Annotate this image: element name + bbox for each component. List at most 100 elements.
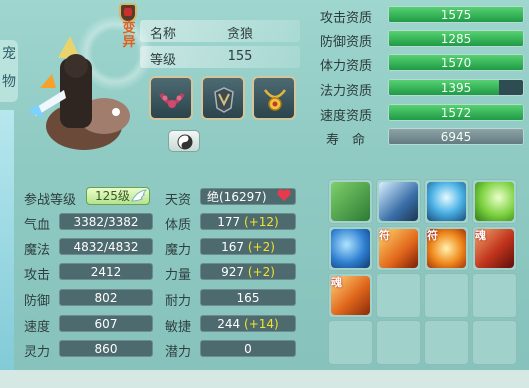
equip-slot-armor[interactable] <box>201 76 245 120</box>
skill-slot[interactable]: 魂 <box>472 226 517 271</box>
mutation-badge-icon <box>119 3 137 23</box>
talent-text: 绝(16297) <box>207 190 267 204</box>
skill-slot[interactable] <box>424 179 469 224</box>
skill-slot[interactable] <box>376 179 421 224</box>
constitution-number: 177 <box>217 215 241 229</box>
pet-attributes-panel: 宠 物 变异 名称 贪狼 等级 155 攻击资质 1575 防御资质 1285 … <box>0 0 529 388</box>
side-tab-pet[interactable]: 宠 物 <box>0 40 18 102</box>
skill-slot[interactable]: 符 <box>424 226 469 271</box>
strength-number: 927 <box>221 265 244 279</box>
pet-name: 贪狼 <box>226 27 253 42</box>
collar-equip-icon <box>159 92 185 108</box>
pet-level: 155 <box>227 49 253 64</box>
empty-skill-slot[interactable] <box>328 320 373 365</box>
stat-label: 敏捷 <box>165 320 192 335</box>
skill-slot[interactable] <box>472 179 517 224</box>
frog-skill-icon <box>331 182 370 221</box>
agility-value: 244 (+14) <box>200 315 296 332</box>
aptitude-value: 1572 <box>440 106 472 120</box>
yin-yang-button[interactable] <box>168 130 200 152</box>
amulet-equip-icon <box>263 89 287 111</box>
attack-value: 2412 <box>59 263 153 280</box>
battle-level-value: 125级 <box>86 187 150 205</box>
equip-slot-collar[interactable] <box>149 76 193 120</box>
agility-number: 244 <box>217 317 241 331</box>
level-label: 等级 <box>150 53 177 68</box>
blue-swirl-skill-icon <box>331 229 370 268</box>
aptitude-bar: 1575 <box>388 6 524 23</box>
endurance-number: 165 <box>236 291 260 305</box>
magic-bonus: (+2) <box>247 240 275 254</box>
bottom-strip <box>0 370 529 388</box>
equip-slot-amulet[interactable] <box>252 76 296 120</box>
potential-value: 0 <box>200 340 296 357</box>
aptitude-value: 1575 <box>440 8 472 22</box>
aptitude-bar: 1395 <box>388 79 524 96</box>
empty-skill-slot[interactable] <box>376 320 421 365</box>
side-tab-char-1: 宠 <box>2 46 16 62</box>
strength-value: 927 (+2) <box>200 263 296 280</box>
stat-label: 魔法 <box>24 243 51 258</box>
aptitude-bar: 1572 <box>388 104 524 121</box>
magic-value: 167 (+2) <box>200 238 296 255</box>
speed-value: 607 <box>59 315 153 332</box>
skill-slot[interactable]: 符 <box>376 226 421 271</box>
skill-tag: 符 <box>427 229 438 242</box>
agility-bonus: (+14) <box>244 317 279 331</box>
potential-number: 0 <box>244 342 252 356</box>
empty-skill-slot[interactable] <box>472 273 517 318</box>
aptitude-label: 攻击资质 <box>320 11 373 26</box>
empty-skill-slot[interactable] <box>376 273 421 318</box>
skill-grid: 符 符 魂 魂 <box>328 179 518 367</box>
stat-label: 体质 <box>165 218 192 233</box>
side-tab-char-2: 物 <box>2 74 16 90</box>
stat-label: 气血 <box>24 218 51 233</box>
constitution-bonus: (+12) <box>244 215 279 229</box>
skill-slot[interactable] <box>328 179 373 224</box>
talent-label: 天资 <box>165 193 192 208</box>
empty-skill-slot[interactable] <box>472 320 517 365</box>
aptitude-value: 1285 <box>440 32 472 46</box>
heart-icon <box>277 189 291 201</box>
aptitude-bar: 1285 <box>388 30 524 47</box>
aptitude-label: 法力资质 <box>320 84 373 99</box>
battle-level-text: 125级 <box>95 189 130 203</box>
defense-value: 802 <box>59 289 153 306</box>
aptitude-label: 速度资质 <box>320 109 373 124</box>
skill-tag: 魂 <box>475 229 486 242</box>
lifespan-label: 寿 命 <box>326 133 366 148</box>
wing-icon <box>131 189 147 202</box>
side-strip <box>0 110 14 388</box>
skill-slot[interactable]: 魂 <box>328 273 373 318</box>
aptitude-value: 1570 <box>440 56 472 70</box>
empty-skill-slot[interactable] <box>424 320 469 365</box>
skill-tag: 符 <box>379 229 390 242</box>
stat-label: 防御 <box>24 294 51 309</box>
skill-slot[interactable] <box>328 226 373 271</box>
name-label: 名称 <box>150 27 177 42</box>
stat-label: 耐力 <box>165 294 192 309</box>
mutation-label: 变异 <box>122 21 136 50</box>
yin-yang-icon <box>177 134 193 150</box>
spirit-value: 860 <box>59 340 153 357</box>
stat-label: 力量 <box>165 268 192 283</box>
strength-bonus: (+2) <box>247 265 275 279</box>
stat-label: 潜力 <box>165 345 192 360</box>
battle-level-label: 参战等级 <box>24 193 77 208</box>
stat-label: 速度 <box>24 320 51 335</box>
lifespan-bar: 6945 <box>388 128 524 145</box>
skill-tag: 魂 <box>331 276 342 289</box>
aptitude-label: 体力资质 <box>320 59 373 74</box>
toad-lightning-skill-icon <box>379 182 418 221</box>
blue-light-skill-icon <box>427 182 466 221</box>
hp-value: 3382/3382 <box>59 213 153 230</box>
stat-label: 攻击 <box>24 268 51 283</box>
constitution-value: 177 (+12) <box>200 213 296 230</box>
empty-skill-slot[interactable] <box>424 273 469 318</box>
endurance-value: 165 <box>200 289 296 306</box>
aptitude-bar: 1570 <box>388 54 524 71</box>
stat-label: 魔力 <box>165 243 192 258</box>
aptitude-label: 防御资质 <box>320 35 373 50</box>
lifespan-value: 6945 <box>440 130 472 144</box>
aptitude-value: 1395 <box>440 81 472 95</box>
